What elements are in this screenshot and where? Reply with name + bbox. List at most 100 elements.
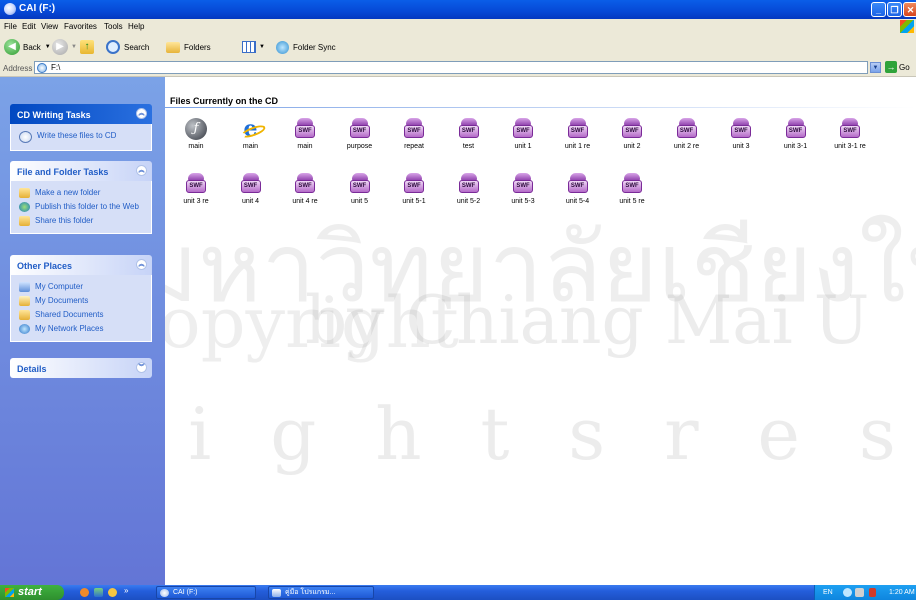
details-header[interactable]: Details ︾ — [10, 358, 152, 378]
other-places-header[interactable]: Other Places ︽ — [10, 255, 152, 275]
menu-help[interactable]: Help — [128, 22, 144, 31]
views-icon — [242, 41, 256, 53]
swf-tag: SWF — [516, 128, 530, 134]
views-dropdown-icon: ▼ — [259, 44, 265, 50]
computer-icon — [19, 282, 30, 292]
swf-icon: SWF — [621, 118, 643, 140]
network-places-icon — [19, 324, 30, 334]
task-share-folder[interactable]: Share this folder — [11, 214, 151, 228]
file-item[interactable]: SWF unit 1 re — [552, 114, 604, 154]
place-my-computer[interactable]: My Computer — [11, 280, 151, 294]
expand-chevron-icon[interactable]: ︾ — [136, 362, 147, 373]
place-my-network[interactable]: My Network Places — [11, 322, 151, 336]
file-item[interactable]: SWF unit 5 re — [606, 169, 658, 209]
quicklaunch-overflow-icon[interactable]: » — [124, 586, 128, 595]
file-item[interactable]: SWF unit 1 — [497, 114, 549, 154]
file-name: repeat — [404, 143, 424, 150]
network-tray-icon[interactable] — [843, 588, 852, 597]
security-tray-icon[interactable] — [869, 588, 876, 597]
taskbar-window-document[interactable]: คู่มือ โปรแกรม... — [268, 586, 374, 599]
swf-tag: SWF — [298, 128, 312, 134]
taskbar-window-label: CAI (F:) — [173, 589, 198, 596]
taskbar-window-cai[interactable]: CAI (F:) — [156, 586, 256, 599]
folder-sync-button[interactable]: Folder Sync — [276, 38, 336, 56]
collapse-chevron-icon[interactable]: ︽ — [136, 165, 147, 176]
swf-tag: SWF — [407, 183, 421, 189]
file-name: unit 3-1 re — [834, 143, 866, 150]
menu-file[interactable]: File — [4, 22, 17, 31]
file-name: unit 5 — [350, 198, 369, 205]
file-item[interactable]: SWF purpose — [334, 114, 386, 154]
file-item[interactable]: SWF unit 2 re — [661, 114, 713, 154]
task-publish-web[interactable]: Publish this folder to the Web — [11, 200, 151, 214]
close-button[interactable]: ✕ — [903, 2, 916, 17]
file-item[interactable]: SWF unit 2 — [606, 114, 658, 154]
place-my-documents[interactable]: My Documents — [11, 294, 151, 308]
cd-writing-tasks-panel: CD Writing Tasks ︽ Write these files to … — [10, 104, 152, 151]
cd-drive-icon — [160, 589, 169, 597]
file-item[interactable]: SWF main — [279, 114, 331, 154]
cd-writing-tasks-header[interactable]: CD Writing Tasks ︽ — [10, 104, 152, 124]
shared-folder-icon — [19, 310, 30, 320]
taskbar-window-label: คู่มือ โปรแกรม... — [285, 589, 336, 596]
file-item[interactable]: e main — [225, 114, 277, 154]
go-button[interactable]: → Go — [885, 61, 910, 73]
back-button[interactable]: ◀ Back ▼ — [4, 38, 51, 56]
forward-button[interactable]: ▶ ▼ — [52, 38, 77, 56]
swf-icon: SWF — [294, 173, 316, 195]
task-write-to-cd[interactable]: Write these files to CD — [11, 129, 151, 145]
file-item[interactable]: SWF repeat — [388, 114, 440, 154]
file-item[interactable]: ƒ main — [170, 114, 222, 154]
back-dropdown-icon[interactable]: ▼ — [45, 44, 51, 50]
file-item[interactable]: SWF unit 5-2 — [443, 169, 495, 209]
file-folder-tasks-header[interactable]: File and Folder Tasks ︽ — [10, 161, 152, 181]
menu-view[interactable]: View — [41, 22, 58, 31]
swf-icon: SWF — [512, 118, 534, 140]
file-item[interactable]: SWF unit 5-3 — [497, 169, 549, 209]
watermark-chiang-mai: by Chiang Mai U — [305, 282, 870, 359]
views-button[interactable]: ▼ — [242, 38, 265, 56]
file-name: unit 5-2 — [456, 198, 481, 205]
file-list-area[interactable]: มหาวิทยาลัยเชียงใหม่ Copyright by Chiang… — [165, 77, 916, 585]
swf-icon: SWF — [349, 173, 371, 195]
swf-tag: SWF — [189, 183, 203, 189]
task-new-folder[interactable]: Make a new folder — [11, 186, 151, 200]
window-title: CAI (F:) — [19, 3, 56, 14]
file-item[interactable]: SWF unit 4 — [225, 169, 277, 209]
quicklaunch-firefox-icon[interactable] — [80, 588, 89, 597]
swf-tag: SWF — [788, 128, 803, 134]
file-item[interactable]: SWF unit 3-1 — [770, 114, 822, 154]
forward-dropdown-icon[interactable]: ▼ — [71, 44, 77, 50]
file-item[interactable]: SWF unit 3-1 re — [824, 114, 876, 154]
place-shared-documents[interactable]: Shared Documents — [11, 308, 151, 322]
collapse-chevron-icon[interactable]: ︽ — [136, 108, 147, 119]
file-name: unit 4 — [241, 198, 260, 205]
volume-tray-icon[interactable] — [855, 588, 864, 597]
file-item[interactable]: SWF unit 3 re — [170, 169, 222, 209]
menu-tools[interactable]: Tools — [104, 22, 123, 31]
address-dropdown-button[interactable]: ▼ — [870, 62, 881, 73]
menu-edit[interactable]: Edit — [22, 22, 36, 31]
file-item[interactable]: SWF unit 5-4 — [552, 169, 604, 209]
file-item[interactable]: SWF unit 4 re — [279, 169, 331, 209]
folders-button[interactable]: Folders — [166, 38, 211, 56]
file-item[interactable]: SWF test — [443, 114, 495, 154]
place-label: Shared Documents — [35, 310, 104, 319]
minimize-button[interactable]: _ — [871, 2, 886, 17]
file-item[interactable]: SWF unit 5 — [334, 169, 386, 209]
address-input[interactable]: F:\ — [34, 61, 868, 74]
swf-icon: SWF — [349, 118, 371, 140]
up-button[interactable]: ↑ — [80, 38, 94, 56]
file-item[interactable]: SWF unit 3 — [715, 114, 767, 154]
title-bar[interactable]: CAI (F:) _ ❐ ✕ — [0, 0, 916, 19]
start-button[interactable]: start — [0, 585, 64, 600]
quicklaunch-media-icon[interactable] — [108, 588, 117, 597]
collapse-chevron-icon[interactable]: ︽ — [136, 259, 147, 270]
file-name: unit 5 re — [619, 198, 645, 205]
language-indicator[interactable]: EN — [823, 589, 833, 596]
search-button[interactable]: Search — [106, 38, 149, 56]
maximize-button[interactable]: ❐ — [887, 2, 902, 17]
file-item[interactable]: SWF unit 5-1 — [388, 169, 440, 209]
quicklaunch-app-icon[interactable] — [94, 588, 103, 597]
menu-favorites[interactable]: Favorites — [64, 22, 97, 31]
